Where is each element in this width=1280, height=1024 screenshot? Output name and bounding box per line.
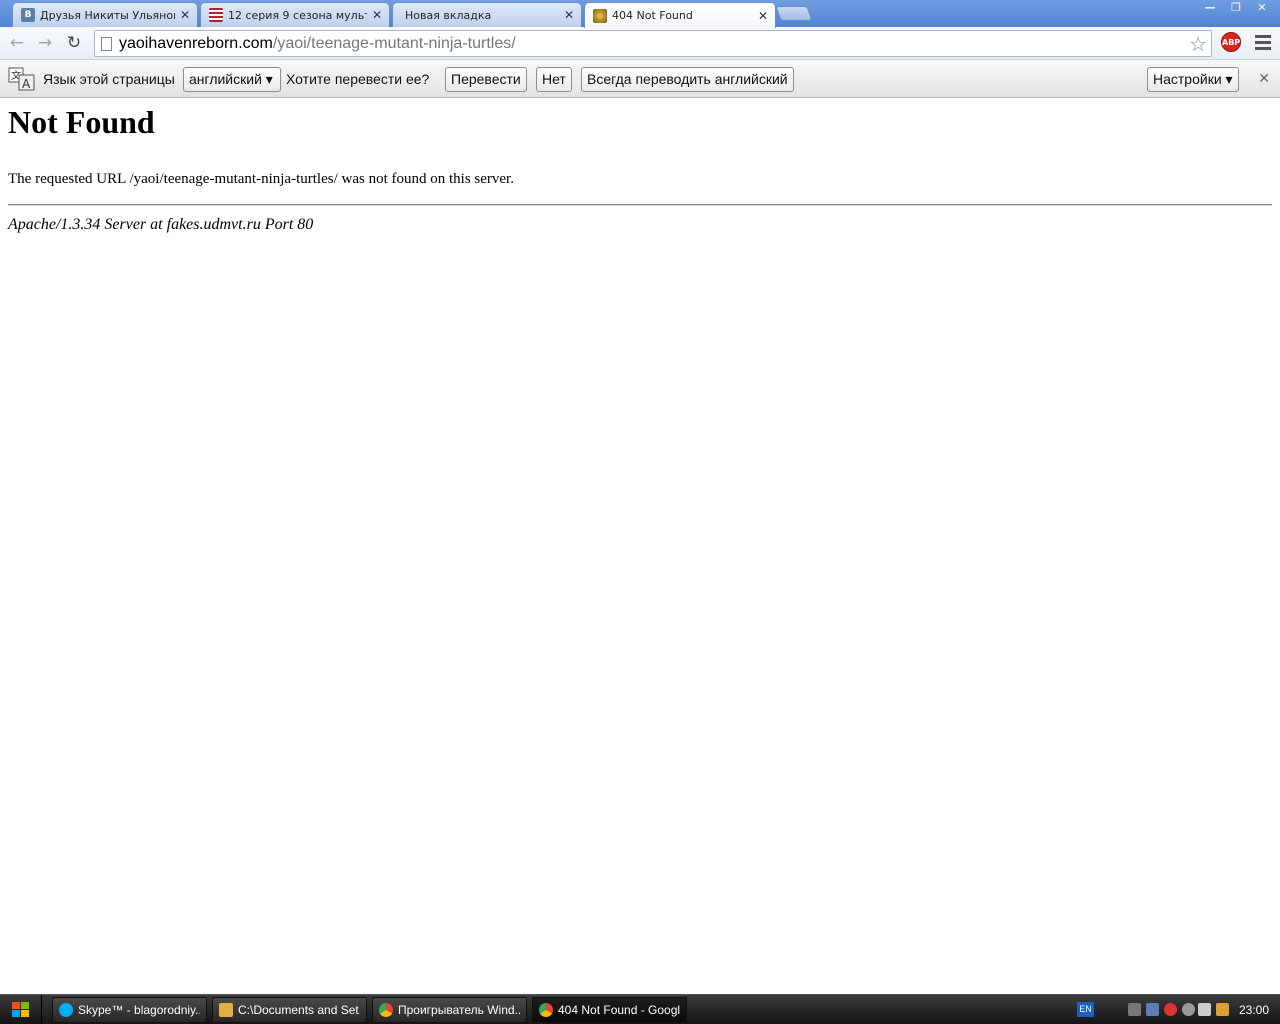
task-label: Skype™ - blagorodniy...: [78, 1003, 200, 1017]
language-value: английский: [189, 71, 262, 87]
language-indicator[interactable]: EN: [1077, 1002, 1094, 1017]
settings-label: Настройки: [1153, 71, 1222, 87]
new-tab-button[interactable]: [775, 6, 813, 21]
task-label: Проигрыватель Wind...: [398, 1003, 520, 1017]
task-label: C:\Documents and Set...: [238, 1003, 360, 1017]
url-text[interactable]: yaoihavenreborn.com/yaoi/teenage-mutant-…: [119, 35, 516, 53]
taskbar-item-explorer[interactable]: C:\Documents and Set...: [212, 997, 367, 1023]
back-arrow-icon[interactable]: ←: [6, 32, 28, 54]
minimize-icon[interactable]: —: [1198, 1, 1222, 16]
tab-404-not-found[interactable]: 404 Not Found ✕: [584, 2, 776, 28]
close-icon[interactable]: ✕: [757, 9, 769, 23]
us-flag-icon: [209, 8, 223, 22]
tab-episode[interactable]: 12 серия 9 сезона мультсер ✕: [200, 2, 390, 27]
restore-icon[interactable]: ❐: [1224, 1, 1248, 16]
clock: 23:00: [1239, 1003, 1270, 1017]
notification-icon[interactable]: [1128, 1003, 1141, 1016]
taskbar-item-skype[interactable]: Skype™ - blagorodniy...: [52, 997, 207, 1023]
translate-prompt: Язык этой страницы: [43, 71, 175, 87]
taskbar: Skype™ - blagorodniy... C:\Documents and…: [0, 994, 1280, 1024]
tab-title: 404 Not Found: [612, 9, 693, 22]
server-signature: Apache/1.3.34 Server at fakes.udmvt.ru P…: [8, 216, 314, 233]
forward-arrow-icon[interactable]: →: [34, 32, 56, 54]
sync-icon[interactable]: [1182, 1003, 1195, 1016]
page-heading: Not Found: [8, 104, 155, 140]
tab-title: Новая вкладка: [405, 8, 492, 22]
language-select[interactable]: английский ▾: [183, 67, 281, 92]
translate-icon: 文 A: [8, 67, 35, 91]
close-icon[interactable]: ✕: [179, 8, 191, 22]
tab-vk-friends[interactable]: B Друзья Никиты Ульянова | ✕: [12, 2, 198, 27]
skype-status-icon[interactable]: [1164, 1003, 1177, 1016]
tab-title: 12 серия 9 сезона мультсер: [228, 8, 367, 22]
chrome-icon: [539, 1003, 553, 1017]
settings-button[interactable]: Настройки ▾: [1147, 67, 1239, 92]
chevron-down-icon: ▾: [1225, 71, 1233, 87]
page-icon: [101, 37, 112, 51]
tab-title: Друзья Никиты Ульянова |: [40, 8, 175, 22]
address-bar[interactable]: yaoihavenreborn.com/yaoi/teenage-mutant-…: [94, 30, 1212, 57]
translate-question: Хотите перевести ее?: [286, 71, 430, 87]
page-content: Not Found The requested URL /yaoi/teenag…: [8, 104, 1272, 234]
taskbar-item-media-player[interactable]: Проигрыватель Wind...: [372, 997, 527, 1023]
skype-icon: [59, 1003, 73, 1017]
url-path: /yaoi/teenage-mutant-ninja-turtles/: [272, 35, 516, 52]
chrome-icon: [379, 1003, 393, 1017]
chevron-down-icon: ▾: [265, 71, 273, 87]
translate-infobar: 文 A Язык этой страницы английский ▾ Хоти…: [0, 60, 1280, 98]
windows-logo-icon: [12, 1002, 29, 1017]
crest-icon: [593, 8, 607, 23]
close-icon[interactable]: ✕: [563, 8, 575, 22]
adblock-plus-icon[interactable]: ABP: [1221, 32, 1241, 52]
svg-text:A: A: [22, 77, 31, 91]
tab-strip: B Друзья Никиты Ульянова | ✕ 12 серия 9 …: [0, 0, 1280, 28]
window-controls: — ❐ ✕: [1198, 1, 1274, 16]
tab-new-tab[interactable]: Новая вкладка ✕: [392, 2, 582, 27]
url-host: yaoihavenreborn.com: [119, 35, 273, 52]
no-button[interactable]: Нет: [536, 67, 572, 92]
task-label: 404 Not Found - Googl...: [558, 1003, 680, 1017]
volume-icon[interactable]: [1198, 1003, 1211, 1016]
start-button[interactable]: [0, 995, 42, 1024]
vk-icon: B: [21, 8, 35, 22]
network-icon[interactable]: [1146, 1003, 1159, 1016]
divider: [8, 204, 1272, 206]
tool-icon[interactable]: [1216, 1003, 1229, 1016]
reload-icon[interactable]: ↻: [63, 32, 85, 54]
always-translate-button[interactable]: Всегда переводить английский: [581, 67, 794, 92]
bookmark-star-icon[interactable]: ☆: [1189, 32, 1207, 56]
browser-toolbar: ← → ↻ yaoihavenreborn.com/yaoi/teenage-m…: [0, 27, 1280, 60]
close-window-icon[interactable]: ✕: [1250, 1, 1274, 16]
close-icon[interactable]: ✕: [371, 8, 383, 22]
folder-icon: [219, 1003, 233, 1017]
translate-button[interactable]: Перевести: [445, 67, 527, 92]
close-icon[interactable]: ✕: [1258, 70, 1270, 87]
wrench-menu-icon[interactable]: [1255, 35, 1271, 53]
error-message: The requested URL /yaoi/teenage-mutant-n…: [8, 171, 514, 187]
taskbar-item-chrome[interactable]: 404 Not Found - Googl...: [532, 997, 687, 1023]
